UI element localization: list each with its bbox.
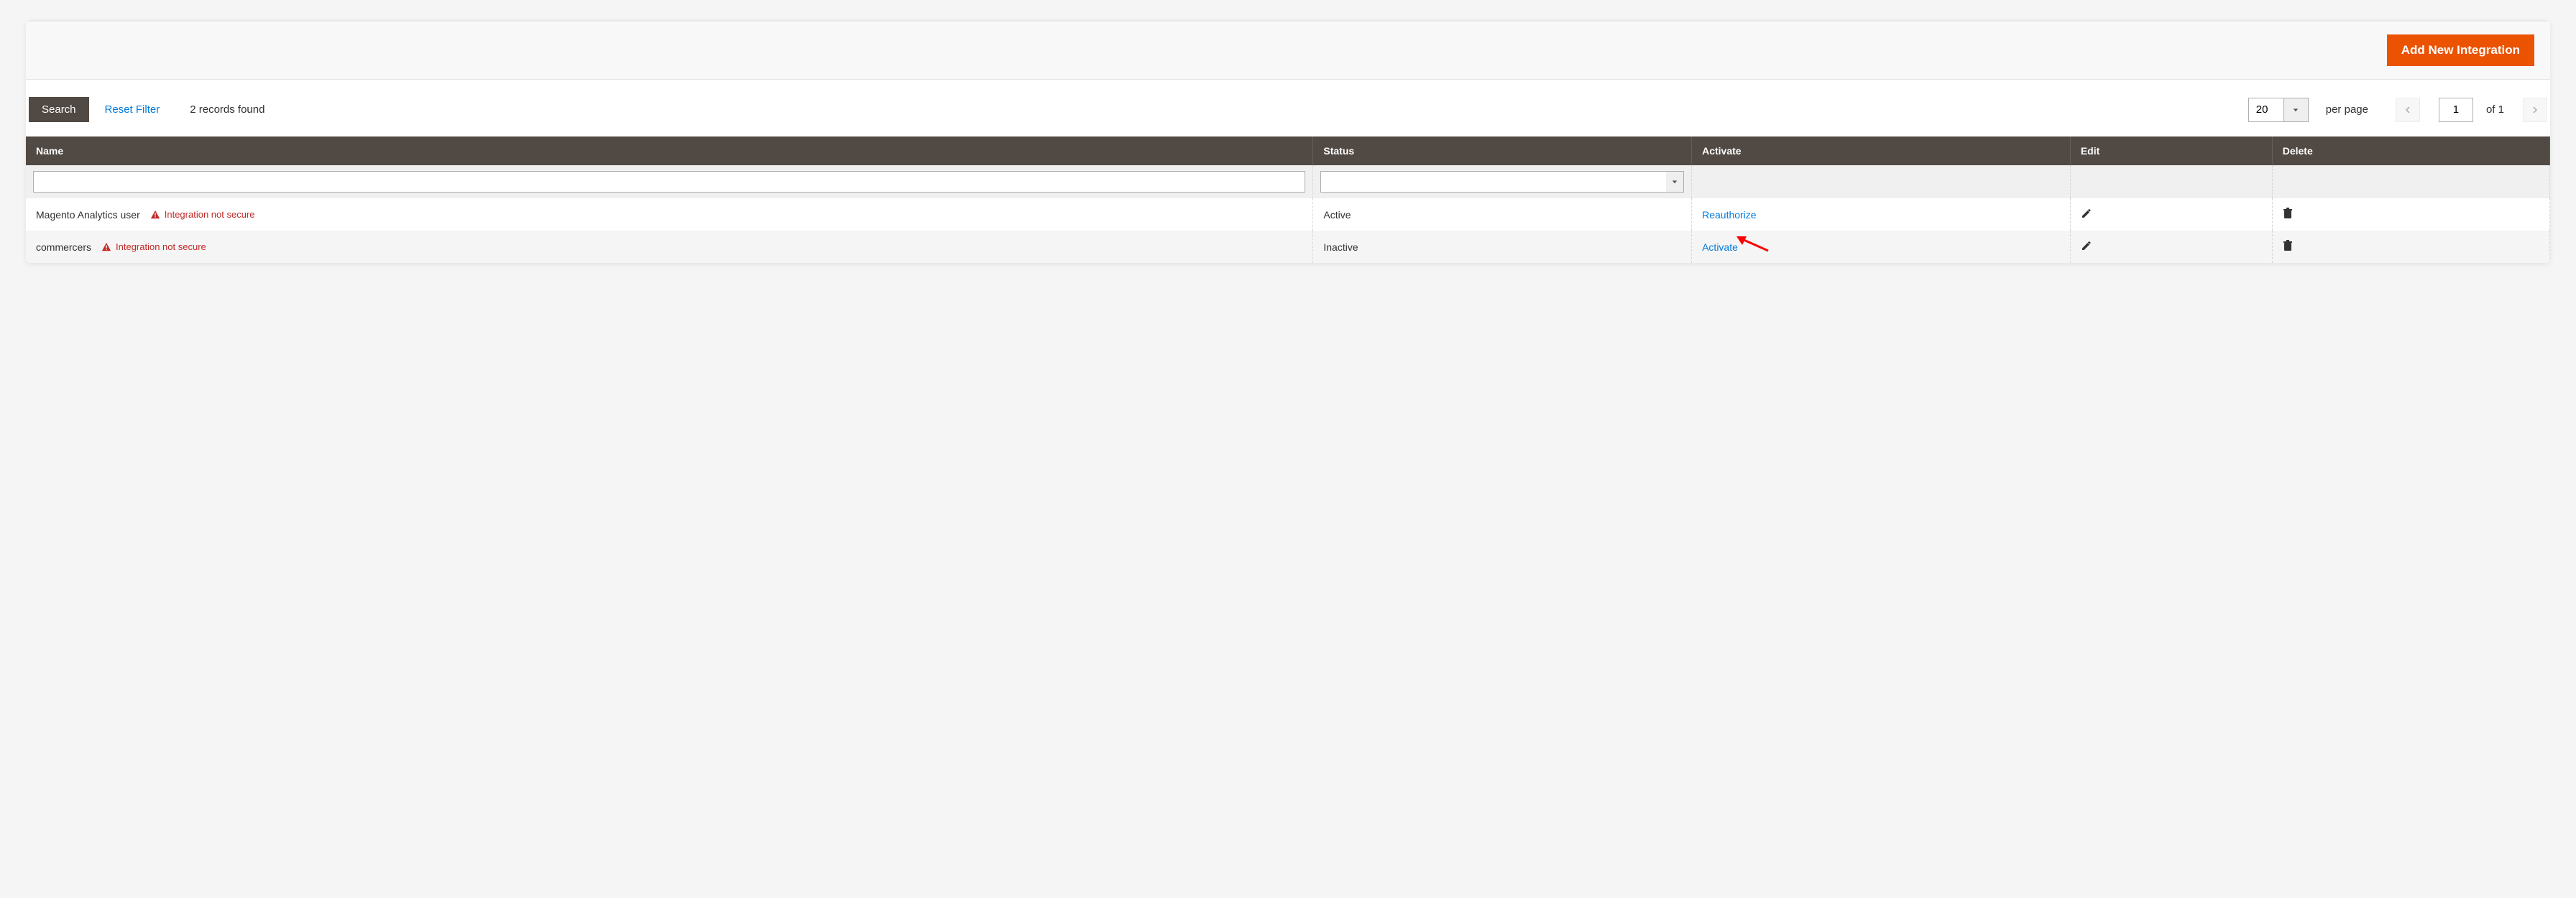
pagination-controls: per page of 1 [2248,98,2547,122]
table-filter-row [26,165,2550,198]
edit-button[interactable] [2081,208,2092,219]
grid-wrapper: Name Status Activate Edit Delete [26,136,2550,263]
status-cell: Inactive [1313,231,1692,263]
annotation-arrow-icon [1736,235,1770,254]
page-size-control [2248,98,2309,122]
search-button[interactable]: Search [29,97,89,122]
warning-text: Integration not secure [165,209,255,220]
caret-down-icon [2293,107,2299,113]
integration-name: Magento Analytics user [36,209,140,221]
page-size-input[interactable] [2248,98,2284,122]
integrations-panel: Add New Integration Search Reset Filter … [26,20,2550,263]
caret-down-icon [1672,179,1678,185]
add-new-integration-button[interactable]: Add New Integration [2387,34,2534,66]
records-found-label: 2 records found [190,103,264,116]
integrations-table: Name Status Activate Edit Delete [26,136,2550,263]
header-delete: Delete [2272,136,2549,165]
current-page-input[interactable] [2439,98,2473,122]
activate-link[interactable]: Activate [1702,241,1738,253]
trash-icon [2283,240,2293,251]
status-cell: Active [1313,198,1692,231]
next-page-button[interactable] [2523,98,2547,122]
warning-triangle-icon [101,242,111,252]
delete-button[interactable] [2283,208,2293,219]
pencil-icon [2081,208,2092,219]
prev-page-button[interactable] [2396,98,2420,122]
header-activate: Activate [1692,136,2071,165]
chevron-right-icon [2531,106,2539,114]
table-row[interactable]: commercers Integration not secure Inacti… [26,231,2550,263]
filter-status-select[interactable] [1320,171,1666,193]
table-row[interactable]: Magento Analytics user Integration not s… [26,198,2550,231]
page-size-dropdown-button[interactable] [2284,98,2309,122]
activate-link[interactable]: Reauthorize [1702,209,1757,221]
trash-icon [2283,208,2293,219]
top-action-bar: Add New Integration [26,20,2550,80]
chevron-left-icon [2404,106,2411,114]
header-status[interactable]: Status [1313,136,1692,165]
insecure-warning: Integration not secure [101,241,206,252]
grid-controls: Search Reset Filter 2 records found per … [26,80,2550,136]
warning-text: Integration not secure [116,241,206,252]
total-pages-label: of 1 [2486,103,2504,116]
filter-status-dropdown-button[interactable] [1666,171,1684,193]
filter-name-input[interactable] [33,171,1305,193]
warning-triangle-icon [150,210,160,220]
pencil-icon [2081,240,2092,251]
edit-button[interactable] [2081,240,2092,251]
header-edit: Edit [2070,136,2272,165]
integration-name: commercers [36,241,91,253]
per-page-label: per page [2326,103,2368,116]
reset-filter-link[interactable]: Reset Filter [105,103,160,116]
insecure-warning: Integration not secure [150,209,255,220]
table-header-row: Name Status Activate Edit Delete [26,136,2550,165]
delete-button[interactable] [2283,240,2293,251]
header-name[interactable]: Name [26,136,1313,165]
